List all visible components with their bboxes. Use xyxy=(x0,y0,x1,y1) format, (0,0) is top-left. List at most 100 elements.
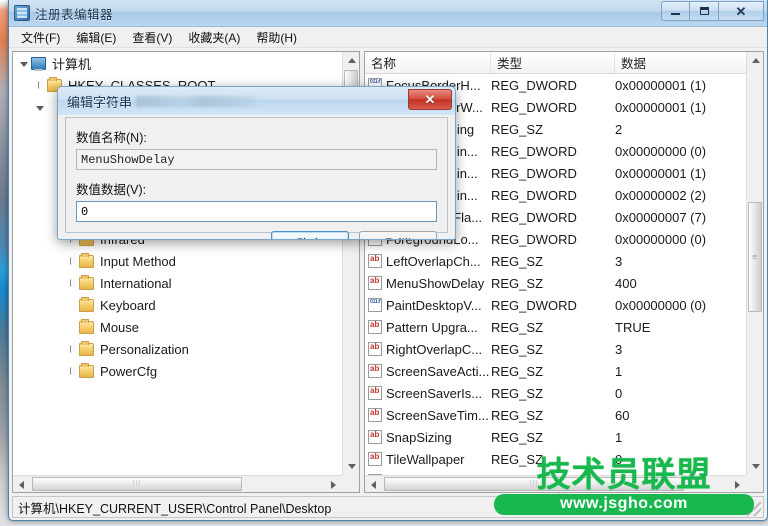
chevron-right-icon[interactable] xyxy=(65,360,79,382)
table-row[interactable]: SnapSizingREG_SZ1 xyxy=(365,426,746,448)
binary-value-icon xyxy=(368,298,382,312)
dialog-titlebar: 编辑字符串 ✕ xyxy=(58,87,455,115)
cell-type: REG_SZ xyxy=(491,386,615,401)
menu-view[interactable]: 查看(V) xyxy=(124,27,180,48)
table-row[interactable]: PaintDesktopV... REG_DWORD0x00000000 (0) xyxy=(365,294,746,316)
table-row[interactable]: RightOverlapC...REG_SZ3 xyxy=(365,338,746,360)
maximize-button[interactable] xyxy=(690,1,719,21)
tree-node-powercfg[interactable]: PowerCfg xyxy=(13,360,342,382)
cell-name: ScreenSaveActi... xyxy=(365,364,491,379)
tree-node-international[interactable]: International xyxy=(13,272,342,294)
cell-data: 0x00000001 (1) xyxy=(615,166,746,181)
menu-edit[interactable]: 编辑(E) xyxy=(68,27,124,48)
cell-name: RightOverlapC... xyxy=(365,342,491,357)
tree-node-label: Input Method xyxy=(98,254,178,269)
chevron-down-icon xyxy=(348,464,356,469)
tree-node-mouse[interactable]: Mouse xyxy=(13,316,342,338)
cell-name: MenuShowDelay xyxy=(365,276,491,291)
tree-scroll-up-button[interactable] xyxy=(343,52,360,69)
cell-data: 1 xyxy=(615,364,746,379)
table-row[interactable]: ScreenSaveActi...REG_SZ1 xyxy=(365,360,746,382)
cell-data: 1 xyxy=(615,430,746,445)
cell-name: Pattern Upgra... xyxy=(365,320,491,335)
value-name-label: 数值名称(N): xyxy=(76,127,437,146)
list-scroll-up-button[interactable] xyxy=(747,52,764,69)
close-button[interactable]: ✕ xyxy=(719,1,764,21)
cell-data: 0x00000002 (2) xyxy=(615,188,746,203)
chevron-right-icon xyxy=(70,345,75,353)
chevron-right-icon[interactable] xyxy=(65,272,79,294)
cell-data: 0x00000000 (0) xyxy=(615,144,746,159)
list-hscroll-thumb[interactable]: ⦙⦙⦙ xyxy=(384,477,684,491)
tree-scroll-down-button[interactable] xyxy=(343,458,360,475)
resize-grip-icon[interactable] xyxy=(747,502,761,516)
value-data-input[interactable]: 0 xyxy=(76,201,437,222)
chevron-down-icon[interactable] xyxy=(33,96,47,118)
cell-data: 0 xyxy=(615,386,746,401)
tree-node-personalization[interactable]: Personalization xyxy=(13,338,342,360)
table-row[interactable]: LeftOverlapCh...REG_SZ3 xyxy=(365,250,746,272)
cell-data: 0x00000001 (1) xyxy=(615,78,746,93)
tree-scroll-right-button[interactable] xyxy=(325,476,342,493)
tree-node-input-method[interactable]: Input Method xyxy=(13,250,342,272)
menu-help[interactable]: 帮助(H) xyxy=(248,27,305,48)
column-header-type[interactable]: 类型 xyxy=(491,52,615,73)
table-row[interactable]: MenuShowDelayREG_SZ400 xyxy=(365,272,746,294)
cell-type: REG_SZ xyxy=(491,254,615,269)
dialog-close-button[interactable]: ✕ xyxy=(408,89,452,110)
menu-file[interactable]: 文件(F) xyxy=(13,27,68,48)
list-scroll-right-button[interactable] xyxy=(729,476,746,493)
tree-node--[interactable]: 计算机 xyxy=(13,52,342,74)
chevron-right-icon xyxy=(70,367,75,375)
column-header-data[interactable]: 数据 xyxy=(615,52,763,73)
column-header-name[interactable]: 名称 xyxy=(365,52,491,73)
table-row[interactable]: TileWallpaperREG_SZ0 xyxy=(365,448,746,470)
tree-horizontal-scrollbar[interactable]: ⦙⦙⦙ xyxy=(13,475,342,492)
folder-icon xyxy=(79,277,94,290)
chevron-right-icon[interactable] xyxy=(65,250,79,272)
string-value-icon xyxy=(368,342,382,356)
cell-name: PaintDesktopV... xyxy=(365,298,491,313)
folder-icon xyxy=(79,343,94,356)
cell-name: ScreenSaverIs... xyxy=(365,386,491,401)
menu-favorites[interactable]: 收藏夹(A) xyxy=(180,27,248,48)
list-vertical-scrollbar[interactable]: ≡ xyxy=(746,52,763,475)
table-row[interactable]: ScreenSaverIs...REG_SZ0 xyxy=(365,382,746,404)
registry-editor-icon xyxy=(14,5,30,21)
cell-data: 0x00000007 (7) xyxy=(615,210,746,225)
grip-icon: ⦙⦙⦙ xyxy=(133,479,141,489)
cell-name: LeftOverlapCh... xyxy=(365,254,491,269)
chevron-right-icon[interactable] xyxy=(33,74,47,96)
list-scroll-thumb[interactable]: ≡ xyxy=(748,202,762,312)
cell-data: 0x00000000 (0) xyxy=(615,298,746,313)
tree-scroll-left-button[interactable] xyxy=(13,476,30,493)
cell-type: REG_SZ xyxy=(491,408,615,423)
cell-type: REG_DWORD xyxy=(491,166,615,181)
window-title: 注册表编辑器 xyxy=(35,4,113,23)
tree-node-keyboard[interactable]: Keyboard xyxy=(13,294,342,316)
chevron-down-icon[interactable] xyxy=(17,52,31,74)
chevron-right-icon xyxy=(38,81,43,89)
dialog-buttons: 确定 取消 xyxy=(76,231,437,240)
list-scroll-down-button[interactable] xyxy=(747,458,764,475)
chevron-right-icon xyxy=(70,257,75,265)
cell-type: REG_DWORD xyxy=(491,78,615,93)
value-name: Pattern Upgra... xyxy=(386,320,478,335)
value-name-input[interactable]: MenuShowDelay xyxy=(76,149,437,170)
string-value-icon xyxy=(368,430,382,444)
cell-type: REG_SZ xyxy=(491,342,615,357)
list-horizontal-scrollbar[interactable]: ⦙⦙⦙ xyxy=(365,475,746,492)
minimize-button[interactable] xyxy=(661,1,690,21)
table-row[interactable]: ScreenSaveTim...REG_SZ60 xyxy=(365,404,746,426)
cell-type: REG_DWORD xyxy=(491,100,615,115)
cell-type: REG_DWORD xyxy=(491,298,615,313)
table-row[interactable]: Pattern Upgra...REG_SZTRUE xyxy=(365,316,746,338)
ok-button[interactable]: 确定 xyxy=(271,231,349,240)
list-scroll-left-button[interactable] xyxy=(365,476,382,493)
cancel-button[interactable]: 取消 xyxy=(359,231,437,240)
tree-hscroll-thumb[interactable]: ⦙⦙⦙ xyxy=(32,477,242,491)
cell-type: REG_SZ xyxy=(491,320,615,335)
chevron-right-icon[interactable] xyxy=(65,338,79,360)
value-data-label: 数值数据(V): xyxy=(76,179,437,198)
value-name: PaintDesktopV... xyxy=(386,298,482,313)
